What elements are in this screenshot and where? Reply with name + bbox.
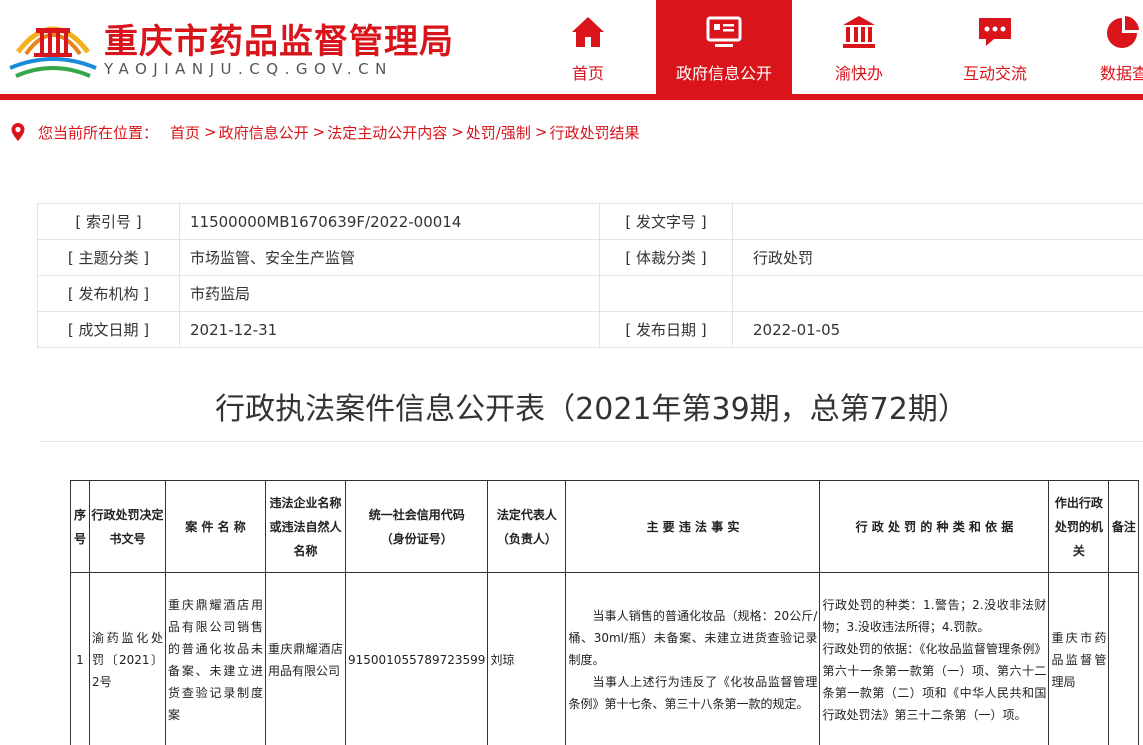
legal-rep-header-sub: （负责人） [496,531,557,546]
cell-legal-rep: 刘琼 [487,572,567,745]
credit-code-header-main: 统一社会信用代码 [368,507,465,522]
info-row: [ 成文日期 ] 2021-12-31 [ 发布日期 ] 2022-01-05 [37,311,1143,348]
info-row: [ 发布机构 ] 市药监局 [37,275,1143,312]
main-nav: 首页 政府信息公开 渝快办 互动交流 数据查 [520,0,1143,94]
col-header-seq: 序号 [70,480,90,573]
date-label: [ 成文日期 ] [37,311,180,348]
col-header-party: 违法企业名称或违法自然人名称 [265,480,346,573]
site-logo-icon[interactable] [8,10,98,80]
nav-item-home[interactable]: 首页 [536,0,640,94]
case-info-table: 序号 行政处罚决定书文号 案 件 名 称 违法企业名称或违法自然人名称 统一社会… [70,480,1140,745]
col-header-authority: 作出行政处罚的机关 [1048,480,1110,573]
cell-authority: 重庆市药品监督管理局 [1048,572,1110,745]
docno-value [732,203,1143,240]
breadcrumb: 您当前所在位置： 首页 > 政府信息公开 > 法定主动公开内容 > 处罚/强制 … [10,120,639,144]
info-row: [ 索引号 ] 11500000MB1670639F/2022-00014 [ … [37,203,1143,240]
location-pin-icon [11,123,25,141]
index-label: [ 索引号 ] [37,203,180,240]
publish-date-value: 2022-01-05 [732,311,1143,348]
government-building-icon [843,16,875,48]
genre-label: [ 体裁分类 ] [599,239,733,276]
credit-code-header-sub: （身份证号） [380,531,453,546]
nav-item-gov-info[interactable]: 政府信息公开 [656,0,792,94]
nav-label: 政府信息公开 [675,64,772,83]
col-header-remark: 备注 [1108,480,1140,573]
title-divider [40,441,1143,442]
org-value: 市药监局 [179,275,600,312]
document-info-table: [ 索引号 ] 11500000MB1670639F/2022-00014 [ … [37,203,1143,348]
index-value: 11500000MB1670639F/2022-00014 [179,203,600,240]
info-row: [ 主题分类 ] 市场监管、安全生产监管 [ 体裁分类 ] 行政处罚 [37,239,1143,276]
col-header-decision-no: 行政处罚决定书文号 [89,480,166,573]
empty-cell [599,275,733,312]
legal-rep-header-main: 法定代表人 [496,507,557,522]
topic-label: [ 主题分类 ] [37,239,180,276]
col-header-credit-code: 统一社会信用代码 （身份证号） [344,480,489,573]
pie-chart-icon [1107,16,1139,48]
home-icon [572,17,604,47]
col-header-legal-rep: 法定代表人 （负责人） [487,480,567,573]
table-header-row: 序号 行政处罚决定书文号 案 件 名 称 违法企业名称或违法自然人名称 统一社会… [70,480,1140,573]
empty-cell [732,275,1143,312]
nav-label: 渝快办 [834,64,883,83]
nav-label: 数据查 [1100,64,1143,83]
breadcrumb-statutory-content[interactable]: 法定主动公开内容 [327,122,447,143]
breadcrumb-separator: > [204,123,217,141]
col-header-penalty: 行 政 处 罚 的 种 类 和 依 据 [819,480,1050,573]
genre-value: 行政处罚 [732,239,1143,276]
nav-item-yukuaiban[interactable]: 渝快办 [804,0,914,94]
table-row: 1 渝药监化处罚〔2021〕2号 重庆鼎耀酒店用品有限公司销售的普通化妆品未备案… [70,572,1140,745]
cell-decision-no: 渝药监化处罚〔2021〕2号 [89,572,166,745]
nav-item-interaction[interactable]: 互动交流 [932,0,1058,94]
site-domain: YAOJIANJU.CQ.GOV.CN [104,60,393,78]
breadcrumb-penalty-enforcement[interactable]: 处罚/强制 [466,122,531,143]
monitor-icon [706,16,742,47]
col-header-facts: 主 要 违 法 事 实 [565,480,821,573]
site-title: 重庆市药品监督管理局 [104,22,454,62]
publish-date-label: [ 发布日期 ] [599,311,733,348]
breadcrumb-separator: > [451,123,464,141]
cell-party: 重庆鼎耀酒店用品有限公司 [265,572,346,745]
docno-label: [ 发文字号 ] [599,203,733,240]
cell-penalty: 行政处罚的种类：1.警告；2.没收非法财物；3.没收违法所得；4.罚款。 行政处… [819,572,1050,745]
facts-paragraph: 当事人销售的普通化妆品（规格：20公斤/桶、30ml/瓶）未备案、未建立进货查验… [568,608,818,667]
topic-value: 市场监管、安全生产监管 [179,239,600,276]
col-header-case-name: 案 件 名 称 [165,480,266,573]
breadcrumb-separator: > [312,123,326,141]
breadcrumb-penalty-results[interactable]: 行政处罚结果 [549,122,639,143]
date-value: 2021-12-31 [179,311,600,348]
header-divider [0,94,1143,100]
cell-seq: 1 [70,572,90,745]
site-header: 重庆市药品监督管理局 YAOJIANJU.CQ.GOV.CN 首页 政府信息公开 [0,0,1143,95]
cell-case-name: 重庆鼎耀酒店用品有限公司销售的普通化妆品未备案、未建立进货查验记录制度案 [165,572,266,745]
cell-credit-code: 915001055789723599 [344,572,489,745]
nav-label: 互动交流 [962,64,1027,83]
chat-icon [979,18,1011,46]
org-label: [ 发布机构 ] [37,275,180,312]
breadcrumb-home[interactable]: 首页 [170,122,200,143]
cell-remark [1108,572,1140,745]
document-title: 行政执法案件信息公开表（2021年第39期，总第72期） [215,392,968,427]
breadcrumb-label: 您当前所在位置： [38,123,159,142]
nav-item-data[interactable]: 数据查 [1076,0,1143,94]
cell-facts: 当事人销售的普通化妆品（规格：20公斤/桶、30ml/瓶）未备案、未建立进货查验… [565,572,821,745]
penalty-types: 行政处罚的种类：1.警告；2.没收非法财物；3.没收违法所得；4.罚款。 [822,597,1047,634]
breadcrumb-gov-info[interactable]: 政府信息公开 [219,122,309,143]
breadcrumb-separator: > [534,123,548,141]
penalty-basis: 行政处罚的依据：《化妆品监督管理条例》第六十一条第一款第（一）项、第六十二条第一… [822,641,1047,722]
nav-label: 首页 [571,64,604,83]
facts-paragraph: 当事人上述行为违反了《化妆品监督管理条例》第十七条、第三十八条第一款的规定。 [568,674,818,711]
